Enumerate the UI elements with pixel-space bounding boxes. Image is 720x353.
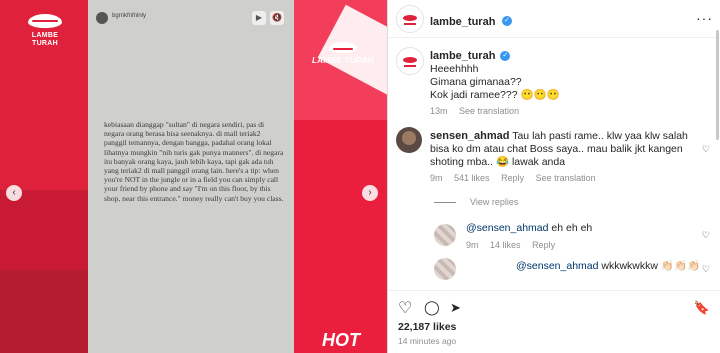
caption-line-2: Gimana gimanaa?? [430, 76, 522, 88]
reply-avatar[interactable] [434, 258, 456, 280]
lambe-turah-logo-right: LAMBE TURAH [308, 42, 378, 66]
reply-meta: 9m 14 likes Reply [466, 240, 564, 250]
mention-link[interactable]: @sensen_ahmad [466, 222, 548, 234]
play-icon: ▶ [252, 11, 266, 25]
reply-avatar[interactable] [434, 224, 456, 246]
slide-band [0, 190, 88, 280]
view-replies-label: View replies [470, 197, 519, 207]
comment-username[interactable]: sensen_ahmad [430, 130, 509, 142]
previous-slide: LAMBE TURAH [0, 0, 88, 353]
comment-time: 9m [430, 173, 443, 183]
hot-label: HOT [322, 330, 360, 350]
view-replies-button[interactable]: View replies [434, 197, 518, 207]
reply: @sensen_ahmad eh eh eh [466, 222, 592, 235]
caption-line-3: Kok jadi ramee??? 😶😶😶 [430, 89, 560, 101]
mention-link[interactable]: @sensen_ahmad [516, 260, 598, 272]
comment: sensen_ahmad Tau lah pasti rame.. klw ya… [430, 130, 700, 169]
save-icon[interactable]: 🔖 [694, 300, 710, 316]
caption-username[interactable]: lambe_turah [430, 50, 495, 62]
reply-time: 9m [466, 240, 479, 250]
story-username: bgrnkfnfnlnly [112, 13, 147, 19]
lips-icon [403, 15, 417, 25]
post-media[interactable]: LAMBE TURAH bgrnkfnfnlnly ▶ 🔇 kebiasaan … [0, 0, 387, 353]
avatar[interactable] [396, 5, 424, 33]
reply-likes[interactable]: 14 likes [490, 240, 521, 250]
caption: lambe_turah ✓ Heeehhhh Gimana gimanaa?? … [430, 50, 560, 102]
lips-icon [403, 57, 417, 67]
reply-button[interactable]: Reply [532, 240, 555, 250]
lambe-turah-logo: LAMBE TURAH [20, 14, 70, 47]
see-translation-link[interactable]: See translation [536, 173, 596, 183]
scrollbar[interactable] [716, 30, 719, 140]
more-options-icon[interactable]: ··· [696, 10, 713, 26]
verified-icon: ✓ [500, 51, 511, 62]
username-link[interactable]: lambe_turah [430, 16, 495, 28]
mute-icon: 🔇 [270, 11, 284, 25]
lips-icon [329, 42, 357, 53]
likes-count[interactable]: 22,187 likes [398, 321, 456, 333]
comment-like-icon[interactable]: ♡ [702, 144, 710, 155]
post-sidebar: lambe_turah ✓ ··· lambe_turah ✓ Heeehhhh… [387, 0, 720, 353]
caption-time: 13m [430, 106, 448, 116]
see-translation-link[interactable]: See translation [459, 106, 519, 116]
prev-arrow-icon[interactable]: ‹ [6, 185, 22, 201]
comment-icon[interactable]: ◯ [424, 299, 440, 316]
comment-likes[interactable]: 541 likes [454, 173, 490, 183]
reply-like-icon[interactable]: ♡ [702, 264, 710, 275]
post-header: lambe_turah ✓ ··· [388, 0, 720, 38]
commenter-avatar[interactable] [396, 127, 422, 153]
story-header: bgrnkfnfnlnly ▶ 🔇 [92, 8, 290, 28]
divider [434, 202, 456, 204]
like-icon[interactable]: ♡ [398, 298, 412, 318]
verified-icon: ✓ [501, 15, 512, 26]
caption-meta: 13m See translation [430, 106, 528, 116]
caption-line-1: Heeehhhh [430, 63, 479, 75]
lips-icon [28, 14, 62, 28]
story-avatar [96, 12, 108, 24]
next-arrow-icon[interactable]: › [362, 185, 378, 201]
comment-meta: 9m 541 likes Reply See translation [430, 173, 605, 183]
reply-text: eh eh eh [551, 222, 593, 234]
reply-button[interactable]: Reply [501, 173, 524, 183]
reply-text: wkkwkwkkw 👏🏻👏🏻👏🏻 [601, 260, 701, 272]
caption-avatar[interactable] [396, 47, 424, 75]
reply: @sensen_ahmad wkkwkwkkw 👏🏻👏🏻👏🏻 [516, 260, 700, 273]
post-time: 14 minutes ago [398, 336, 457, 346]
story-text: kebiasaan dianggap "sultan" di negara se… [104, 120, 284, 203]
slide-band-dark [0, 270, 88, 353]
story-screenshot: bgrnkfnfnlnly ▶ 🔇 kebiasaan dianggap "su… [88, 0, 294, 353]
next-slide: LAMBE TURAH HOT [294, 0, 387, 353]
reply-like-icon[interactable]: ♡ [702, 230, 710, 241]
share-icon[interactable]: ➤ [450, 300, 461, 316]
header-user: lambe_turah ✓ [430, 12, 512, 30]
